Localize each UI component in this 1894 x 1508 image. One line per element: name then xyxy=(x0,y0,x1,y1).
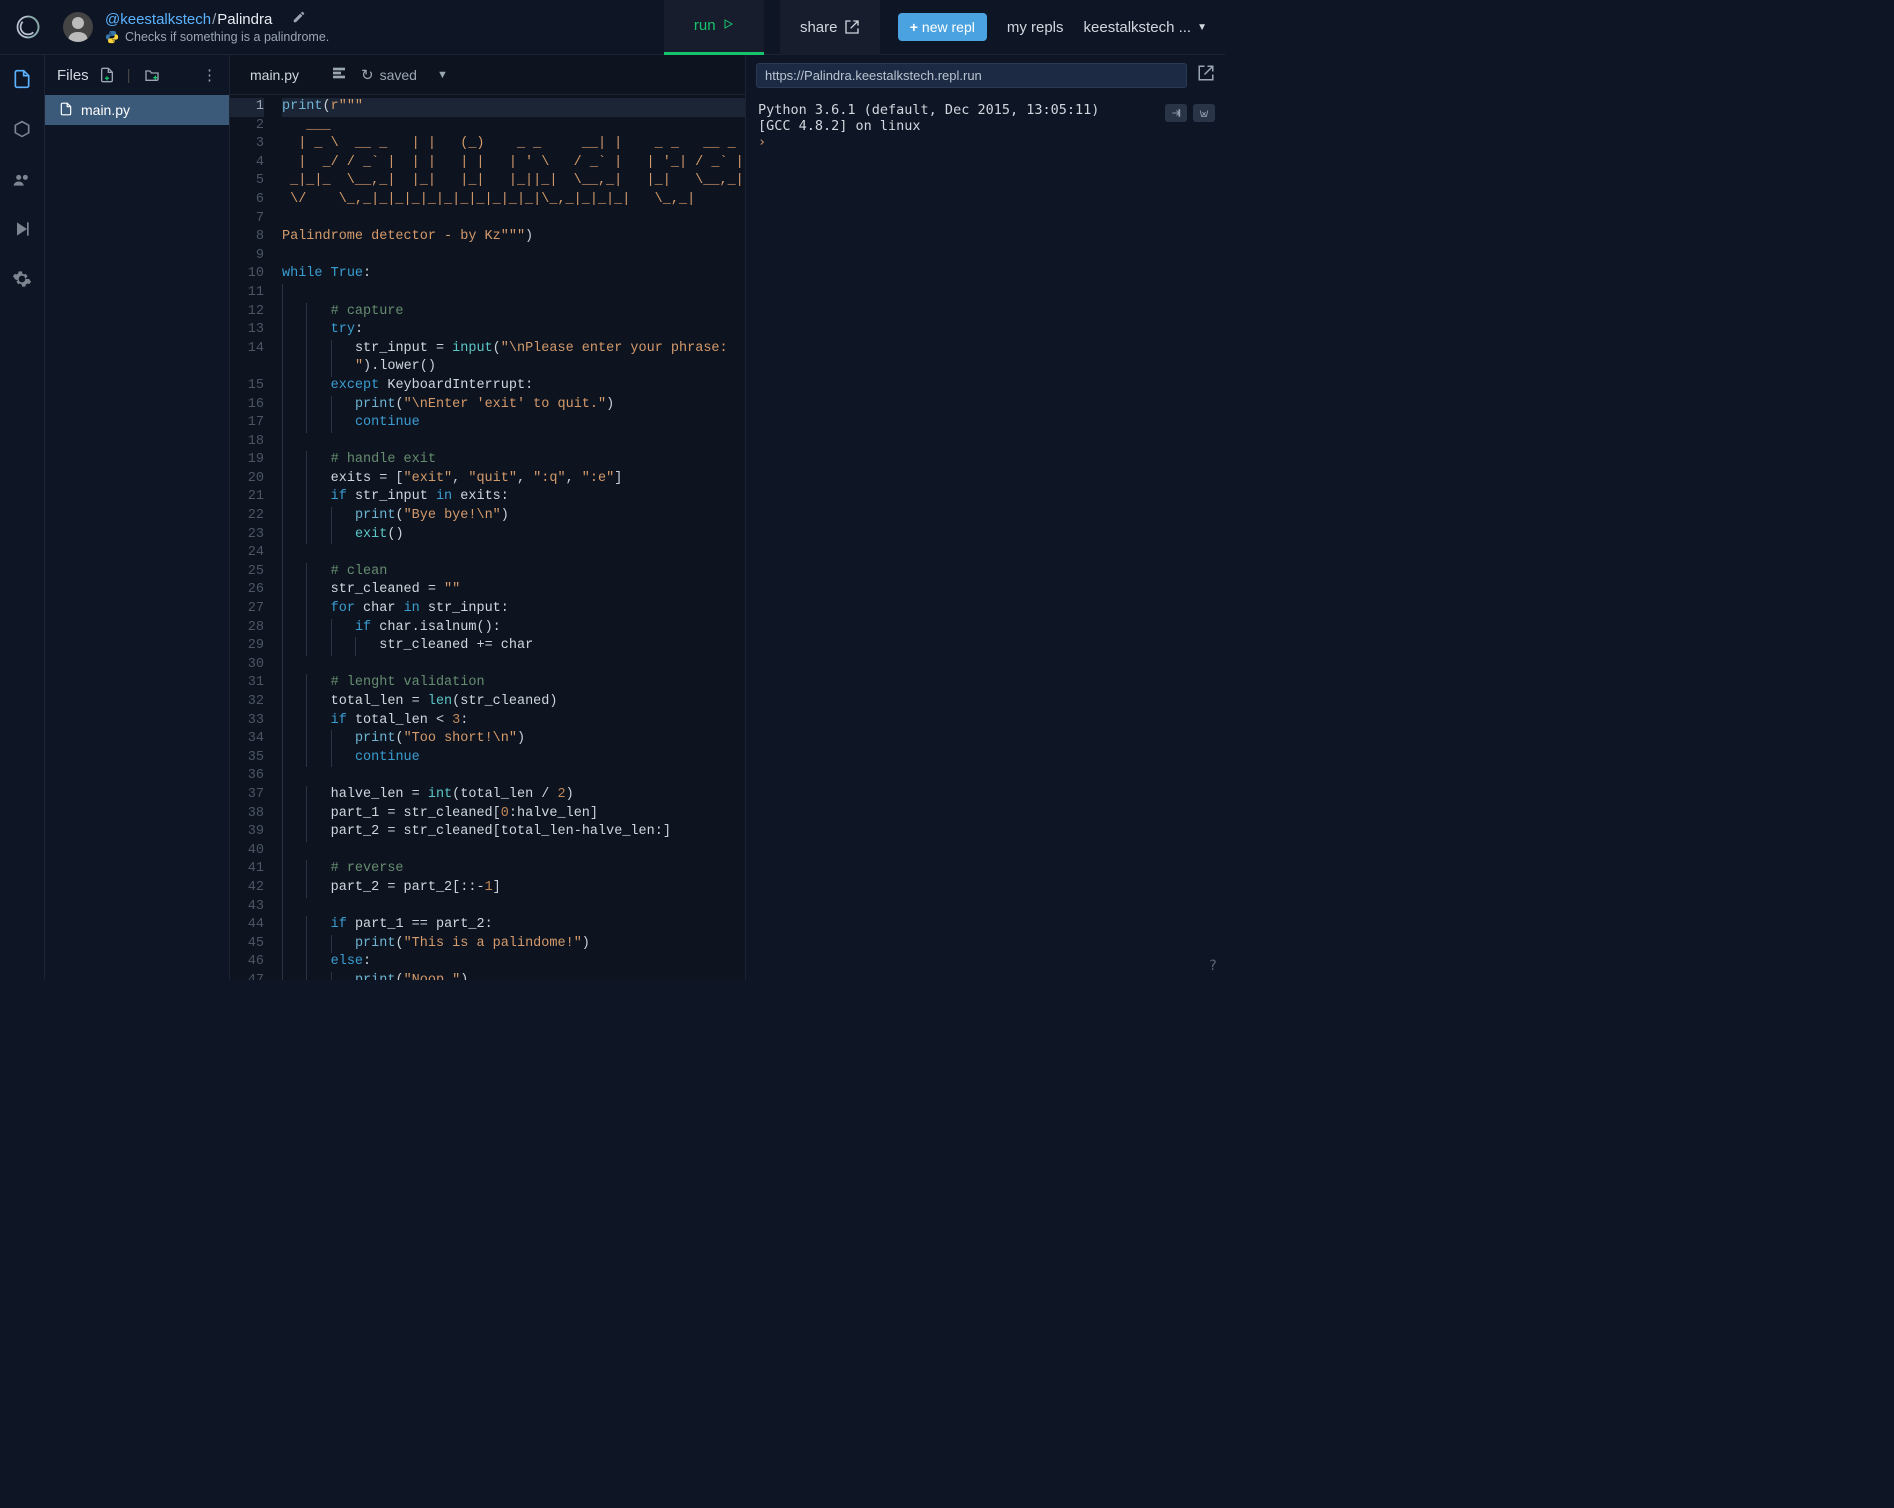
format-icon[interactable] xyxy=(331,65,347,84)
app-logo[interactable] xyxy=(0,13,55,41)
top-bar: @keestalkstech / Palindra Checks if some… xyxy=(0,0,1225,55)
rail-settings-icon[interactable] xyxy=(8,265,36,293)
project-header: @keestalkstech / Palindra Checks if some… xyxy=(55,10,329,44)
rail-multiplayer-icon[interactable] xyxy=(8,165,36,193)
editor-menu-caret-icon[interactable]: ▼ xyxy=(437,69,448,81)
new-folder-icon[interactable] xyxy=(143,67,159,83)
avatar[interactable] xyxy=(63,12,93,42)
help-icon[interactable]: ? xyxy=(1209,958,1217,974)
console-line: [GCC 4.8.2] on linux xyxy=(758,118,1213,134)
reload-icon: ↻ xyxy=(361,66,374,84)
project-name: Palindra xyxy=(217,11,272,28)
file-icon xyxy=(59,102,73,119)
share-button[interactable]: share xyxy=(780,0,880,55)
open-external-icon[interactable] xyxy=(1197,64,1215,87)
console-clear-icon[interactable] xyxy=(1193,104,1215,122)
files-title: Files xyxy=(57,67,89,84)
file-item[interactable]: main.py xyxy=(45,95,229,125)
edit-icon[interactable] xyxy=(292,10,306,28)
files-panel: Files | ⋮ main.py xyxy=(45,55,230,980)
plus-icon: + xyxy=(910,19,918,35)
rail-files-icon[interactable] xyxy=(8,65,36,93)
my-repls-link[interactable]: my repls xyxy=(1007,19,1064,36)
user-menu[interactable]: keestalkstech ... ▼ xyxy=(1084,19,1207,36)
editor-panel: main.py ↻ saved ▼ 1234567891011121314151… xyxy=(230,55,745,980)
editor-tab[interactable]: main.py xyxy=(240,63,309,87)
files-menu-icon[interactable]: ⋮ xyxy=(202,66,217,84)
code-editor[interactable]: 1234567891011121314151617181920212223242… xyxy=(230,95,745,980)
left-rail xyxy=(0,55,45,980)
python-icon xyxy=(105,30,119,44)
path-separator: / xyxy=(212,11,216,28)
project-subtitle: Checks if something is a palindrome. xyxy=(125,30,329,44)
console-line: Python 3.6.1 (default, Dec 2015, 13:05:1… xyxy=(758,102,1213,118)
run-button[interactable]: run xyxy=(664,0,764,55)
console-input-icon[interactable] xyxy=(1165,104,1187,122)
repl-url-input[interactable] xyxy=(756,63,1187,88)
console-panel: Python 3.6.1 (default, Dec 2015, 13:05:1… xyxy=(745,55,1225,980)
new-repl-button[interactable]: + new repl xyxy=(898,13,987,41)
rail-debugger-icon[interactable] xyxy=(8,215,36,243)
save-status: ↻ saved xyxy=(361,66,417,84)
share-icon xyxy=(844,19,860,35)
console-output[interactable]: Python 3.6.1 (default, Dec 2015, 13:05:1… xyxy=(746,96,1225,980)
play-icon xyxy=(722,17,734,34)
caret-down-icon: ▼ xyxy=(1197,22,1207,33)
console-prompt: › xyxy=(758,134,766,150)
rail-packages-icon[interactable] xyxy=(8,115,36,143)
new-file-icon[interactable] xyxy=(99,67,115,83)
owner-link[interactable]: @keestalkstech xyxy=(105,11,211,28)
